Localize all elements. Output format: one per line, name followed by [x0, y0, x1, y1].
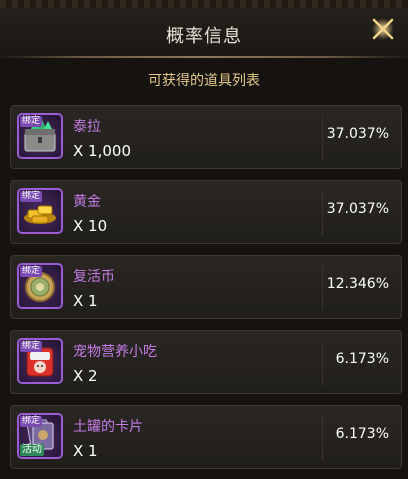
list-item: 绑定 复活币 X 1 12.346% — [10, 255, 402, 319]
clay-jar-card-icon: 绑定 活动 — [17, 413, 63, 459]
item-name: 复活币 — [73, 269, 115, 285]
item-name: 土罐的卡片 — [73, 419, 143, 435]
bound-tag: 绑定 — [20, 341, 43, 352]
top-border-decoration — [0, 0, 408, 8]
page-title: 概率信息 — [166, 26, 242, 47]
item-probability: 37.037% — [326, 126, 389, 142]
pet-snack-icon: 绑定 — [17, 338, 63, 384]
item-quantity: X 1 — [73, 292, 98, 310]
event-tag: 活动 — [20, 444, 44, 456]
probability-info-panel: 概率信息 可获得的道具列表 绑定 泰拉 X 1,000 37.037% 绑定 黄… — [0, 0, 408, 479]
list-item: 绑定 宠物营养小吃 X 2 6.173% — [10, 330, 402, 394]
item-name: 黄金 — [73, 194, 101, 210]
item-list-subtitle: 可获得的道具列表 — [148, 73, 260, 89]
item-probability: 6.173% — [335, 351, 389, 367]
item-probability: 37.037% — [326, 201, 389, 217]
tera-chest-icon: 绑定 — [17, 113, 63, 159]
column-divider — [322, 191, 323, 235]
close-icon — [372, 18, 394, 40]
bound-tag: 绑定 — [20, 191, 43, 202]
bound-tag: 绑定 — [20, 416, 43, 427]
header-divider — [0, 56, 408, 58]
item-quantity: X 10 — [73, 217, 108, 235]
header-bar: 概率信息 — [0, 8, 408, 56]
gold-bars-icon: 绑定 — [17, 188, 63, 234]
list-item: 绑定 活动 土罐的卡片 X 1 6.173% — [10, 405, 402, 469]
list-item: 绑定 黄金 X 10 37.037% — [10, 180, 402, 244]
bound-tag: 绑定 — [20, 116, 43, 127]
column-divider — [322, 341, 323, 385]
item-probability: 12.346% — [326, 276, 389, 292]
item-list: 绑定 泰拉 X 1,000 37.037% 绑定 黄金 X 10 37.037% — [10, 105, 402, 479]
item-quantity: X 1 — [73, 442, 98, 460]
bound-tag: 绑定 — [20, 266, 43, 277]
column-divider — [322, 416, 323, 460]
item-name: 宠物营养小吃 — [73, 344, 157, 360]
item-name: 泰拉 — [73, 119, 101, 135]
column-divider — [322, 116, 323, 160]
column-divider — [322, 266, 323, 310]
list-item: 绑定 泰拉 X 1,000 37.037% — [10, 105, 402, 169]
item-probability: 6.173% — [335, 426, 389, 442]
revive-coin-icon: 绑定 — [17, 263, 63, 309]
close-button[interactable] — [368, 14, 398, 44]
item-quantity: X 2 — [73, 367, 98, 385]
item-quantity: X 1,000 — [73, 142, 131, 160]
